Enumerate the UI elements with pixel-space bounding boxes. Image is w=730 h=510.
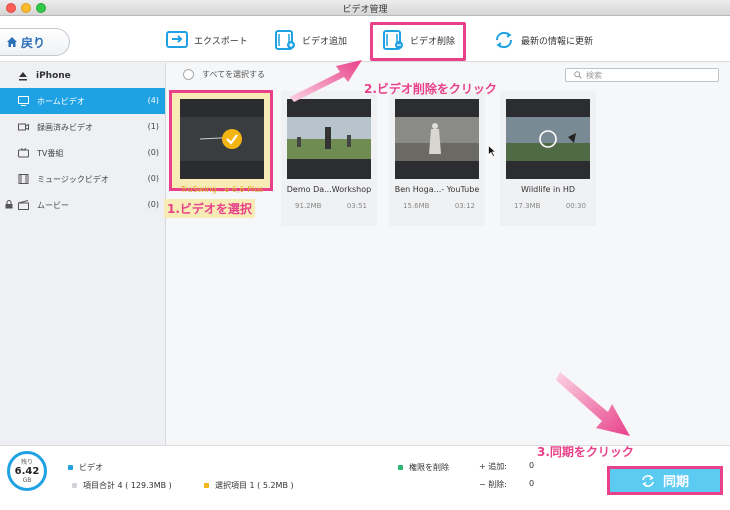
storage-gauge: 残り 6.42 GB bbox=[7, 451, 47, 491]
sidebar-item-count: (0) bbox=[147, 200, 159, 209]
video-size: 17.3MB bbox=[514, 202, 541, 210]
device-header[interactable]: iPhone bbox=[0, 63, 165, 88]
add-video-label: ビデオ追加 bbox=[302, 36, 348, 47]
back-button[interactable]: 戻り bbox=[0, 28, 70, 56]
film-add-icon bbox=[275, 30, 295, 50]
select-all-checkbox[interactable] bbox=[183, 69, 194, 80]
tv-icon bbox=[18, 148, 29, 158]
toolbar: 戻り エクスポート ビデオ追加 ビデオ削除 最新の情報に更新 bbox=[0, 16, 730, 62]
sidebar-item-count: (1) bbox=[147, 122, 159, 131]
added-count: + 追加: 0 bbox=[479, 461, 534, 472]
refresh-label: 最新の情報に更新 bbox=[521, 36, 594, 47]
video-card-ben-hogan[interactable]: Ben Hoga...- YouTube 15.6MB 03:12 bbox=[389, 91, 485, 226]
deleted-value: 0 bbox=[529, 479, 535, 488]
total-items-swatch bbox=[72, 483, 77, 488]
video-size: 91.2MB bbox=[295, 202, 322, 210]
window-title: ビデオ管理 bbox=[342, 5, 388, 15]
camera-icon bbox=[18, 123, 29, 131]
annotation-step-2: 2.ビデオ削除をクリック bbox=[364, 82, 497, 96]
refresh-button[interactable]: 最新の情報に更新 bbox=[493, 28, 593, 52]
title-bar: ビデオ管理 bbox=[0, 0, 730, 16]
video-name: Wildlife in HD bbox=[521, 185, 575, 194]
deleted-label: − 削除: bbox=[479, 480, 507, 489]
thumbnail-image bbox=[506, 99, 590, 179]
select-all-label: すべてを選択する bbox=[202, 70, 265, 79]
storage-remaining-value: 6.42 bbox=[14, 466, 40, 477]
home-icon bbox=[7, 37, 17, 47]
add-video-button[interactable]: ビデオ追加 bbox=[274, 28, 347, 52]
video-duration: 00:30 bbox=[565, 202, 586, 210]
thumbnail-image bbox=[287, 99, 371, 179]
added-label: + 追加: bbox=[479, 462, 507, 471]
sidebar-item-count: (0) bbox=[147, 148, 159, 157]
selected-check-icon bbox=[222, 129, 242, 149]
sync-label: 同期 bbox=[662, 475, 689, 490]
search-icon bbox=[574, 71, 582, 79]
legend-video-swatch bbox=[68, 465, 73, 470]
video-name: TruSwing...e 6,6 Plus bbox=[180, 185, 264, 194]
sidebar-item-recorded-video[interactable]: 録画済みビデオ (1) bbox=[0, 114, 165, 140]
annotation-step-3: 3.同期をクリック bbox=[537, 445, 634, 459]
back-button-label: 戻り bbox=[21, 35, 46, 50]
eject-icon[interactable] bbox=[18, 71, 28, 81]
select-all-control[interactable]: すべてを選択する bbox=[183, 69, 265, 80]
selected-items-swatch bbox=[204, 483, 209, 488]
export-icon bbox=[166, 31, 188, 48]
search-input[interactable]: 検索 bbox=[565, 68, 719, 82]
total-items-label: 項目合計 4 ( 129.3MB ) bbox=[83, 481, 172, 490]
video-card-demo-day[interactable]: Demo Da...Workshop 91.2MB 03:51 bbox=[281, 91, 377, 226]
device-name: iPhone bbox=[36, 70, 71, 81]
delete-highlight-box bbox=[370, 22, 466, 61]
delete-permission: 権限を削除 bbox=[398, 462, 449, 473]
video-thumbnail bbox=[180, 99, 264, 179]
lock-icon bbox=[5, 200, 13, 209]
video-card-wildlife[interactable]: Wildlife in HD 17.3MB 00:30 bbox=[500, 91, 596, 226]
video-duration: 03:12 bbox=[454, 202, 475, 210]
sidebar-item-music-video[interactable]: ミュージックビデオ (0) bbox=[0, 166, 165, 192]
delete-permission-label: 権限を削除 bbox=[409, 463, 449, 472]
sidebar: iPhone ホームビデオ (4) 録画済みビデオ (1) TV番組 (0) ミ… bbox=[0, 63, 166, 445]
total-items: 項目合計 4 ( 129.3MB ) bbox=[72, 480, 172, 491]
thumbnail-image bbox=[395, 99, 479, 179]
export-button[interactable]: エクスポート bbox=[166, 28, 248, 52]
video-duration: 03:51 bbox=[346, 202, 367, 210]
search-placeholder: 検索 bbox=[586, 70, 602, 80]
sidebar-item-movies[interactable]: ムービー (0) bbox=[0, 192, 165, 218]
sidebar-item-tv-shows[interactable]: TV番組 (0) bbox=[0, 140, 165, 166]
deleted-count: − 削除: 0 bbox=[479, 479, 534, 490]
video-thumbnail bbox=[506, 99, 590, 179]
refresh-icon bbox=[495, 31, 513, 49]
sidebar-item-label: TV番組 bbox=[37, 148, 64, 158]
sidebar-item-home-video[interactable]: ホームビデオ (4) bbox=[0, 88, 165, 114]
selected-items: 選択項目 1 ( 5.2MB ) bbox=[204, 480, 294, 491]
export-label: エクスポート bbox=[194, 36, 248, 47]
video-name: Ben Hoga...- YouTube bbox=[394, 185, 480, 194]
video-thumbnail bbox=[395, 99, 479, 179]
annotation-step-1: 1.ビデオを選択 bbox=[164, 199, 255, 218]
sidebar-item-count: (0) bbox=[147, 174, 159, 183]
sidebar-item-count: (4) bbox=[147, 96, 159, 105]
sidebar-item-label: 録画済みビデオ bbox=[37, 122, 93, 132]
storage-remaining-label: 残り bbox=[20, 459, 33, 466]
legend-video: ビデオ bbox=[68, 462, 103, 473]
video-size: 15.6MB bbox=[403, 202, 430, 210]
thumbnail-image bbox=[180, 99, 264, 179]
sidebar-item-label: ムービー bbox=[37, 200, 69, 210]
added-value: 0 bbox=[529, 461, 535, 470]
legend-video-label: ビデオ bbox=[79, 463, 103, 472]
movie-clapper-icon bbox=[18, 200, 29, 210]
sync-button[interactable]: 同期 bbox=[607, 466, 723, 495]
video-thumbnail bbox=[287, 99, 371, 179]
film-icon bbox=[18, 174, 29, 184]
app-window: ビデオ管理 戻り エクスポート ビデオ追加 ビデオ削除 最新の情報に更新 iPh… bbox=[0, 0, 730, 510]
storage-unit: GB bbox=[22, 477, 32, 484]
sidebar-item-label: ホームビデオ bbox=[37, 96, 85, 106]
mouse-cursor-icon bbox=[488, 145, 496, 157]
sync-icon bbox=[642, 474, 654, 487]
selected-items-label: 選択項目 1 ( 5.2MB ) bbox=[215, 481, 294, 490]
monitor-icon bbox=[18, 96, 29, 106]
sidebar-item-label: ミュージックビデオ bbox=[37, 174, 109, 184]
delete-permission-swatch bbox=[398, 465, 403, 470]
video-name: Demo Da...Workshop bbox=[286, 185, 372, 194]
